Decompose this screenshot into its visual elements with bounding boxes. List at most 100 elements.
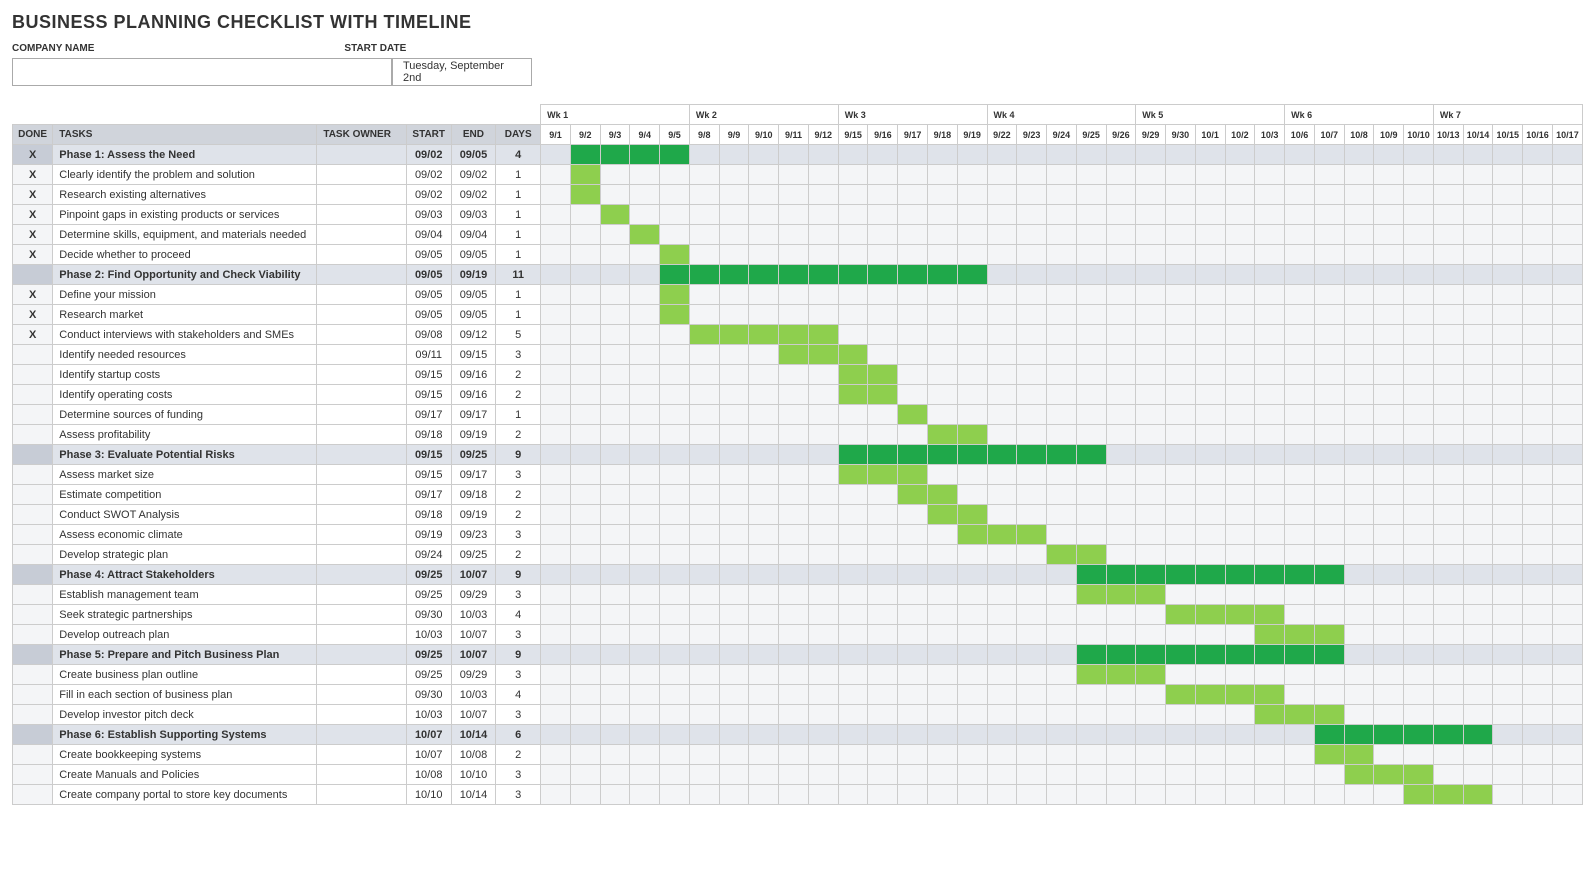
cell-task[interactable]: Phase 4: Attract Stakeholders xyxy=(53,565,317,585)
cell-owner[interactable] xyxy=(317,305,407,325)
cell-owner[interactable] xyxy=(317,725,407,745)
cell-done[interactable] xyxy=(13,425,53,445)
cell-task[interactable]: Assess economic climate xyxy=(53,525,317,545)
cell-days[interactable]: 3 xyxy=(496,465,541,485)
cell-task[interactable]: Identify operating costs xyxy=(53,385,317,405)
cell-owner[interactable] xyxy=(317,765,407,785)
cell-owner[interactable] xyxy=(317,785,407,805)
cell-task[interactable]: Research existing alternatives xyxy=(53,185,317,205)
cell-end[interactable]: 10/07 xyxy=(451,705,496,725)
cell-done[interactable]: X xyxy=(13,225,53,245)
cell-owner[interactable] xyxy=(317,745,407,765)
cell-start[interactable]: 09/04 xyxy=(406,225,451,245)
cell-end[interactable]: 09/16 xyxy=(451,385,496,405)
cell-days[interactable]: 9 xyxy=(496,445,541,465)
cell-task[interactable]: Phase 5: Prepare and Pitch Business Plan xyxy=(53,645,317,665)
cell-end[interactable]: 10/08 xyxy=(451,745,496,765)
cell-owner[interactable] xyxy=(317,165,407,185)
cell-days[interactable]: 3 xyxy=(496,785,541,805)
cell-end[interactable]: 09/19 xyxy=(451,265,496,285)
cell-done[interactable] xyxy=(13,745,53,765)
company-name-input[interactable] xyxy=(12,58,392,86)
cell-end[interactable]: 10/07 xyxy=(451,625,496,645)
cell-days[interactable]: 2 xyxy=(496,365,541,385)
cell-start[interactable]: 09/05 xyxy=(406,245,451,265)
cell-days[interactable]: 11 xyxy=(496,265,541,285)
cell-end[interactable]: 09/02 xyxy=(451,165,496,185)
cell-task[interactable]: Decide whether to proceed xyxy=(53,245,317,265)
cell-owner[interactable] xyxy=(317,525,407,545)
cell-days[interactable]: 3 xyxy=(496,665,541,685)
cell-done[interactable] xyxy=(13,645,53,665)
cell-days[interactable]: 1 xyxy=(496,185,541,205)
cell-start[interactable]: 09/05 xyxy=(406,305,451,325)
cell-days[interactable]: 4 xyxy=(496,685,541,705)
cell-end[interactable]: 09/25 xyxy=(451,545,496,565)
cell-start[interactable]: 09/02 xyxy=(406,145,451,165)
cell-days[interactable]: 9 xyxy=(496,645,541,665)
cell-days[interactable]: 6 xyxy=(496,725,541,745)
cell-end[interactable]: 10/07 xyxy=(451,645,496,665)
cell-start[interactable]: 10/03 xyxy=(406,705,451,725)
cell-owner[interactable] xyxy=(317,285,407,305)
cell-task[interactable]: Identify needed resources xyxy=(53,345,317,365)
cell-end[interactable]: 09/25 xyxy=(451,445,496,465)
cell-owner[interactable] xyxy=(317,545,407,565)
cell-end[interactable]: 09/05 xyxy=(451,285,496,305)
cell-task[interactable]: Create bookkeeping systems xyxy=(53,745,317,765)
cell-owner[interactable] xyxy=(317,185,407,205)
cell-start[interactable]: 09/03 xyxy=(406,205,451,225)
cell-owner[interactable] xyxy=(317,265,407,285)
cell-owner[interactable] xyxy=(317,225,407,245)
cell-start[interactable]: 09/15 xyxy=(406,365,451,385)
cell-owner[interactable] xyxy=(317,205,407,225)
cell-task[interactable]: Define your mission xyxy=(53,285,317,305)
cell-task[interactable]: Develop investor pitch deck xyxy=(53,705,317,725)
cell-end[interactable]: 09/29 xyxy=(451,665,496,685)
cell-done[interactable]: X xyxy=(13,205,53,225)
cell-days[interactable]: 1 xyxy=(496,305,541,325)
cell-owner[interactable] xyxy=(317,445,407,465)
cell-task[interactable]: Assess profitability xyxy=(53,425,317,445)
cell-owner[interactable] xyxy=(317,665,407,685)
cell-end[interactable]: 09/29 xyxy=(451,585,496,605)
cell-done[interactable] xyxy=(13,365,53,385)
cell-done[interactable] xyxy=(13,345,53,365)
cell-done[interactable] xyxy=(13,605,53,625)
cell-end[interactable]: 09/02 xyxy=(451,185,496,205)
cell-start[interactable]: 09/05 xyxy=(406,265,451,285)
cell-end[interactable]: 09/04 xyxy=(451,225,496,245)
cell-task[interactable]: Fill in each section of business plan xyxy=(53,685,317,705)
cell-done[interactable] xyxy=(13,445,53,465)
cell-start[interactable]: 09/18 xyxy=(406,505,451,525)
cell-done[interactable] xyxy=(13,705,53,725)
cell-start[interactable]: 09/19 xyxy=(406,525,451,545)
cell-days[interactable]: 1 xyxy=(496,225,541,245)
cell-end[interactable]: 09/12 xyxy=(451,325,496,345)
cell-end[interactable]: 09/17 xyxy=(451,465,496,485)
cell-owner[interactable] xyxy=(317,405,407,425)
cell-task[interactable]: Create business plan outline xyxy=(53,665,317,685)
cell-end[interactable]: 09/05 xyxy=(451,145,496,165)
cell-start[interactable]: 09/17 xyxy=(406,405,451,425)
cell-start[interactable]: 09/25 xyxy=(406,565,451,585)
cell-days[interactable]: 1 xyxy=(496,245,541,265)
cell-done[interactable] xyxy=(13,625,53,645)
cell-days[interactable]: 3 xyxy=(496,525,541,545)
cell-task[interactable]: Assess market size xyxy=(53,465,317,485)
cell-start[interactable]: 10/08 xyxy=(406,765,451,785)
cell-done[interactable] xyxy=(13,765,53,785)
cell-task[interactable]: Clearly identify the problem and solutio… xyxy=(53,165,317,185)
cell-done[interactable] xyxy=(13,505,53,525)
cell-days[interactable]: 4 xyxy=(496,605,541,625)
cell-days[interactable]: 3 xyxy=(496,765,541,785)
cell-days[interactable]: 5 xyxy=(496,325,541,345)
cell-owner[interactable] xyxy=(317,245,407,265)
cell-task[interactable]: Develop outreach plan xyxy=(53,625,317,645)
cell-owner[interactable] xyxy=(317,425,407,445)
start-date-input[interactable]: Tuesday, September 2nd xyxy=(392,58,532,86)
cell-owner[interactable] xyxy=(317,345,407,365)
cell-done[interactable] xyxy=(13,265,53,285)
cell-task[interactable]: Develop strategic plan xyxy=(53,545,317,565)
cell-task[interactable]: Phase 2: Find Opportunity and Check Viab… xyxy=(53,265,317,285)
